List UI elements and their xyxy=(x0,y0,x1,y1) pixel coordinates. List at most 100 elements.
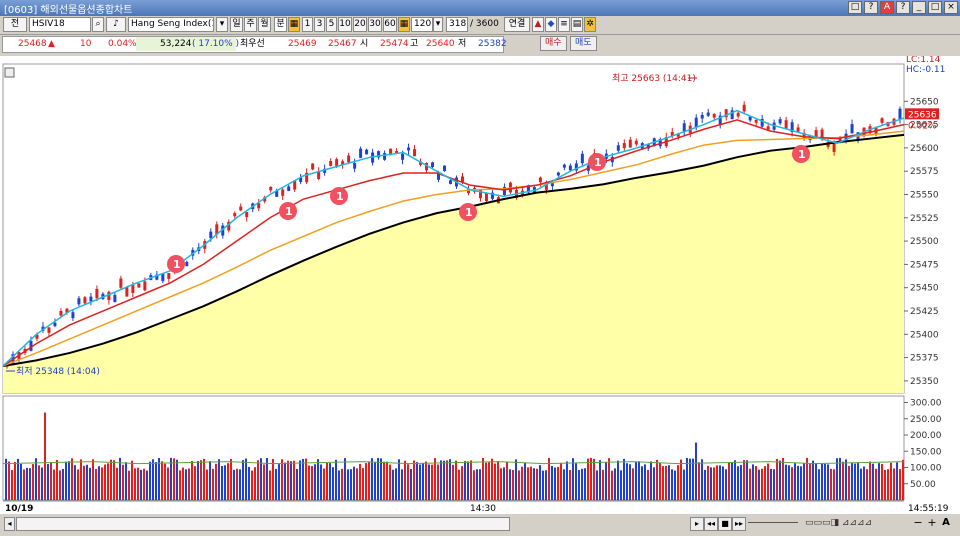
candle-body xyxy=(347,155,351,163)
code-type-button[interactable]: 전 xyxy=(3,17,27,32)
volume-bar xyxy=(494,463,496,500)
window-option-button[interactable]: □ xyxy=(848,1,862,14)
chart-tool-icon[interactable]: ▲ xyxy=(532,17,544,32)
minute-1-button[interactable]: 1 xyxy=(302,17,313,32)
minimize-button[interactable]: _ xyxy=(912,1,926,14)
sell-button[interactable]: 매도 xyxy=(570,36,597,51)
minute-5-button[interactable]: 5 xyxy=(326,17,337,32)
minute-20-button[interactable]: 20 xyxy=(353,17,367,32)
signal-marker-label: 1 xyxy=(465,206,473,219)
minute-30-button[interactable]: 30 xyxy=(368,17,382,32)
y-tick-label: 25650 xyxy=(910,97,939,107)
volume-bar xyxy=(146,470,148,500)
name-dropdown-icon[interactable]: ▾ xyxy=(216,17,228,32)
volume-bar xyxy=(278,464,280,500)
volume-bar xyxy=(104,464,106,500)
y-tick-label: 25425 xyxy=(910,307,939,317)
y-tick-label: 25475 xyxy=(910,260,939,270)
view-tool-icons[interactable]: ▭▭▭◨ ⊿⊿⊿⊿ xyxy=(805,517,897,529)
volume-tick-label: 50.00 xyxy=(910,480,936,490)
buy-button[interactable]: 매수 xyxy=(540,36,567,51)
volume-bar xyxy=(29,468,31,500)
price-chart[interactable]: 2565025625256002557525550255252550025475… xyxy=(0,55,960,516)
play-forward-icon[interactable]: ▸▸ xyxy=(732,517,746,531)
volume-bar xyxy=(386,461,388,500)
y-tick-label: 25500 xyxy=(910,237,939,247)
volume-bar xyxy=(230,458,232,500)
speaker-icon[interactable]: ♪ xyxy=(106,17,126,32)
code-input[interactable]: HSIV18 xyxy=(29,17,91,32)
auto-scale-icon[interactable]: A xyxy=(940,517,952,529)
speed-slider[interactable] xyxy=(748,522,798,523)
settings-gear-icon[interactable]: ✲ xyxy=(584,17,596,32)
volume-bar xyxy=(131,460,133,500)
volume-bar xyxy=(530,466,532,500)
volume-bar xyxy=(851,462,853,500)
minute-3-button[interactable]: 3 xyxy=(314,17,325,32)
candle-body xyxy=(89,296,93,302)
save-icon[interactable]: ▤ xyxy=(571,17,583,32)
maximize-button[interactable]: □ xyxy=(928,1,942,14)
candle-body xyxy=(443,165,447,172)
code-search-icon[interactable]: ⌕ xyxy=(92,17,104,32)
interval-dropdown-icon[interactable]: ▾ xyxy=(433,17,443,32)
volume-bar xyxy=(443,460,445,500)
period-month-button[interactable]: 월 xyxy=(258,17,271,32)
compare-icon[interactable]: ≡ xyxy=(558,17,570,32)
scroll-left-icon[interactable]: ◂ xyxy=(4,517,15,531)
minute-60-button[interactable]: 60 xyxy=(383,17,397,32)
volume-bar xyxy=(437,464,439,500)
volume-bar xyxy=(368,461,370,500)
volume-bar xyxy=(218,459,220,500)
volume-bar xyxy=(836,458,838,500)
scroll-right-icon[interactable]: ▸ xyxy=(690,517,704,531)
low-annotation: 최저 25348 (14:04) xyxy=(16,366,100,377)
instrument-name: Hang Seng Index(18.10) xyxy=(128,17,214,32)
period-week-button[interactable]: 주 xyxy=(244,17,257,32)
volume-bar xyxy=(170,457,172,500)
candle-body xyxy=(359,148,363,158)
count-input[interactable]: 318 xyxy=(446,17,468,32)
volume-bar xyxy=(257,460,259,500)
volume-bar xyxy=(710,467,712,500)
volume-bar xyxy=(770,468,772,500)
volume-bar xyxy=(53,469,55,500)
volume-bar xyxy=(725,469,727,500)
period-minute-button[interactable]: 분 xyxy=(274,17,287,32)
interval-input[interactable]: 120 xyxy=(411,17,433,32)
change-percent: 0.04% xyxy=(108,39,137,49)
window-help-button[interactable]: ? xyxy=(864,1,878,14)
volume-bar xyxy=(56,459,58,500)
custom-interval-icon[interactable]: ▦ xyxy=(398,17,410,32)
y-tick-label: 25350 xyxy=(910,377,939,387)
volume-bar xyxy=(518,470,520,500)
volume-bar xyxy=(419,464,421,500)
volume-bar xyxy=(182,467,184,500)
window-info-button[interactable]: ? xyxy=(896,1,910,14)
play-back-icon[interactable]: ◂◂ xyxy=(704,517,718,531)
zoom-in-icon[interactable]: + xyxy=(926,517,938,529)
period-tick-icon[interactable]: ▦ xyxy=(288,17,300,32)
volume-bar xyxy=(584,468,586,500)
scroll-thumb[interactable] xyxy=(16,517,510,531)
volume-bar xyxy=(338,470,340,500)
volume-bar xyxy=(755,466,757,500)
close-button[interactable]: × xyxy=(944,1,958,14)
zoom-out-icon[interactable]: − xyxy=(912,517,924,529)
candle-body xyxy=(113,294,117,303)
volume-bar xyxy=(311,465,313,500)
candle-body xyxy=(550,183,554,187)
volume-bar xyxy=(818,469,820,500)
volume-bar xyxy=(323,468,325,500)
minute-10-button[interactable]: 10 xyxy=(338,17,352,32)
indicator-icon[interactable]: ◆ xyxy=(545,17,557,32)
period-day-button[interactable]: 일 xyxy=(230,17,243,32)
candle-body xyxy=(383,153,387,160)
candle-body xyxy=(568,165,572,171)
window-font-button[interactable]: A xyxy=(880,1,894,14)
volume-bar xyxy=(59,470,61,500)
volume-bar xyxy=(542,470,544,500)
candle-body xyxy=(161,273,165,282)
link-button[interactable]: 연결 xyxy=(504,17,530,32)
stop-icon[interactable]: ■ xyxy=(718,517,732,531)
